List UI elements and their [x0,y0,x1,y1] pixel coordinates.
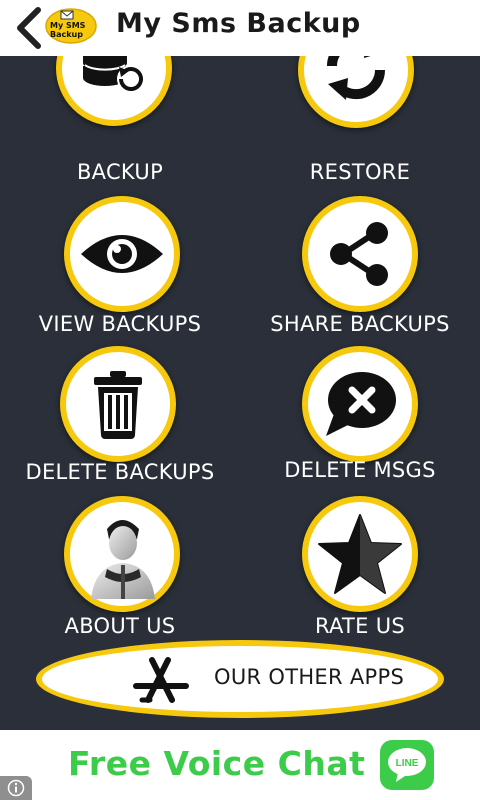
view-backups-label: VIEW BACKUPS [38,312,202,336]
share-icon [330,222,388,286]
other-apps-label: OUR OTHER APPS [214,665,405,689]
share-backups-circle [302,196,418,312]
backup-tile[interactable]: BACKUP [0,56,240,196]
delete-backups-circle [60,346,176,462]
info-icon [7,779,25,797]
logo-text: My SMS Backup [50,21,86,39]
main-menu-panel: BACKUP RESTORE VIEW BACKUPS SHARE BACKUP… [0,56,480,730]
person-icon [91,520,155,599]
about-us-label: ABOUT US [64,614,176,638]
chat-x-icon [326,372,396,436]
back-button[interactable] [14,6,44,50]
delete-msgs-circle [302,346,418,462]
line-logo: LINE [380,740,434,790]
delete-backups-label: DELETE BACKUPS [25,460,215,484]
other-apps-button[interactable]: OUR OTHER APPS [36,640,444,718]
eye-icon [81,235,163,273]
delete-backups-tile[interactable]: DELETE BACKUPS [0,346,240,496]
ad-banner[interactable]: Free Voice Chat LINE [0,730,480,800]
star-icon [318,514,402,594]
app-logo: My SMS Backup [44,6,98,46]
restore-tile[interactable]: RESTORE [240,56,480,196]
ad-info-button[interactable] [0,776,32,800]
delete-msgs-label: DELETE MSGS [284,458,436,482]
restore-circle [298,56,414,128]
ad-text: Free Voice Chat [68,744,366,783]
view-backups-tile[interactable]: VIEW BACKUPS [0,196,240,346]
back-arrow-icon [17,7,41,49]
page-title: My Sms Backup [116,8,361,39]
restore-label: RESTORE [309,160,411,184]
rate-us-circle [302,496,418,612]
view-backups-circle [64,196,180,312]
app-header: My SMS Backup My Sms Backup [0,0,480,56]
about-us-circle [64,496,180,612]
backup-label: BACKUP [76,160,164,184]
backup-circle [56,56,172,126]
app-store-icon [133,657,189,703]
share-backups-tile[interactable]: SHARE BACKUPS [240,196,480,346]
share-backups-label: SHARE BACKUPS [270,312,450,336]
database-restore-icon [83,56,145,93]
delete-msgs-tile[interactable]: DELETE MSGS [240,346,480,496]
trash-icon [94,371,142,439]
rate-us-tile[interactable]: RATE US [240,496,480,638]
line-logo-text: LINE [396,758,419,769]
about-us-tile[interactable]: ABOUT US [0,496,240,638]
rate-us-label: RATE US [314,614,406,638]
other-apps-icon-wrap [130,656,190,704]
line-chat-icon: LINE [388,748,426,782]
refresh-icon [326,56,386,100]
